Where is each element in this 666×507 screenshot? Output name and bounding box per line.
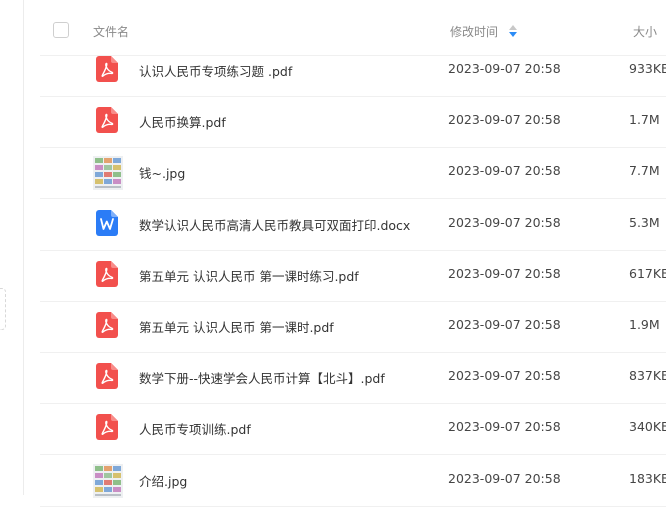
pdf-icon bbox=[96, 414, 118, 441]
pdf-icon bbox=[96, 363, 118, 390]
file-size: 5.3M bbox=[629, 214, 660, 230]
file-modified-time: 2023-09-07 20:58 bbox=[448, 214, 561, 230]
file-modified-time: 2023-09-07 20:58 bbox=[448, 163, 561, 179]
file-size: 183KB bbox=[629, 470, 666, 486]
file-row[interactable]: 介绍.jpg 2023-09-07 20:58 183KB bbox=[40, 456, 666, 507]
file-name[interactable]: 介绍.jpg bbox=[139, 471, 187, 490]
select-all-checkbox[interactable] bbox=[53, 22, 69, 38]
file-name[interactable]: 钱~.jpg bbox=[139, 163, 185, 182]
file-name[interactable]: 第五单元 认识人民币 第一课时练习.pdf bbox=[139, 266, 359, 285]
file-row[interactable]: 认识人民币专项练习题 .pdf 2023-09-07 20:58 933KB bbox=[40, 46, 666, 97]
file-modified-time: 2023-09-07 20:58 bbox=[448, 470, 561, 486]
file-row[interactable]: 钱~.jpg 2023-09-07 20:58 7.7M bbox=[40, 148, 666, 200]
file-size: 1.9M bbox=[629, 317, 660, 332]
pdf-icon bbox=[96, 107, 118, 134]
word-doc-icon bbox=[96, 209, 118, 236]
pdf-icon bbox=[96, 260, 118, 287]
file-modified-time: 2023-09-07 20:58 bbox=[448, 317, 561, 332]
sort-arrows-icon[interactable] bbox=[509, 25, 517, 37]
left-panel-edge bbox=[0, 0, 24, 495]
file-name[interactable]: 第五单元 认识人民币 第一课时.pdf bbox=[139, 317, 334, 336]
panel-resize-handle[interactable] bbox=[0, 288, 6, 330]
image-thumbnail-icon bbox=[93, 156, 123, 191]
file-size: 7.7M bbox=[629, 163, 660, 179]
column-header-size[interactable]: 大小 bbox=[633, 23, 657, 40]
file-name[interactable]: 数学认识人民币高清人民币教具可双面打印.docx bbox=[139, 215, 410, 234]
column-header-name[interactable]: 文件名 bbox=[93, 23, 129, 40]
file-row[interactable]: 数学下册--快速学会人民币计算【北斗】.pdf 2023-09-07 20:58 8… bbox=[40, 353, 666, 405]
image-thumbnail-icon bbox=[93, 463, 123, 498]
file-size: 837KB bbox=[629, 368, 666, 384]
column-header-modified-time[interactable]: 修改时间 bbox=[450, 23, 498, 40]
file-row[interactable]: 人民币专项训练.pdf 2023-09-07 20:58 340KB bbox=[40, 404, 666, 456]
file-row[interactable]: 第五单元 认识人民币 第一课时.pdf 2023-09-07 20:58 1.9M bbox=[40, 302, 666, 353]
pdf-icon bbox=[96, 56, 118, 82]
file-name[interactable]: 人民币换算.pdf bbox=[139, 112, 226, 131]
file-size: 617KB bbox=[629, 265, 666, 281]
file-row[interactable]: 第五单元 认识人民币 第一课时练习.pdf 2023-09-07 20:58 617… bbox=[40, 251, 666, 302]
file-name[interactable]: 人民币专项训练.pdf bbox=[139, 419, 251, 438]
file-size: 340KB bbox=[629, 419, 666, 435]
file-row[interactable]: 人民币换算.pdf 2023-09-07 20:58 1.7M bbox=[40, 97, 666, 149]
file-modified-time: 2023-09-07 20:58 bbox=[448, 419, 561, 435]
file-modified-time: 2023-09-07 20:58 bbox=[448, 112, 561, 128]
file-name[interactable]: 认识人民币专项练习题 .pdf bbox=[139, 61, 292, 80]
file-name[interactable]: 数学下册--快速学会人民币计算【北斗】.pdf bbox=[139, 368, 385, 387]
file-modified-time: 2023-09-07 20:58 bbox=[448, 368, 561, 384]
file-list: 文件名 修改时间 大小 认识人民币专项练习题 .pdf 2023-09-07 20… bbox=[40, 0, 666, 507]
file-modified-time: 2023-09-07 20:58 bbox=[448, 265, 561, 281]
file-row[interactable]: 数学认识人民币高清人民币教具可双面打印.docx 2023-09-07 20:58… bbox=[40, 200, 666, 251]
file-modified-time: 2023-09-07 20:58 bbox=[448, 61, 561, 76]
file-size: 1.7M bbox=[629, 112, 660, 128]
pdf-icon bbox=[96, 312, 118, 338]
file-size: 933KB bbox=[629, 61, 666, 76]
